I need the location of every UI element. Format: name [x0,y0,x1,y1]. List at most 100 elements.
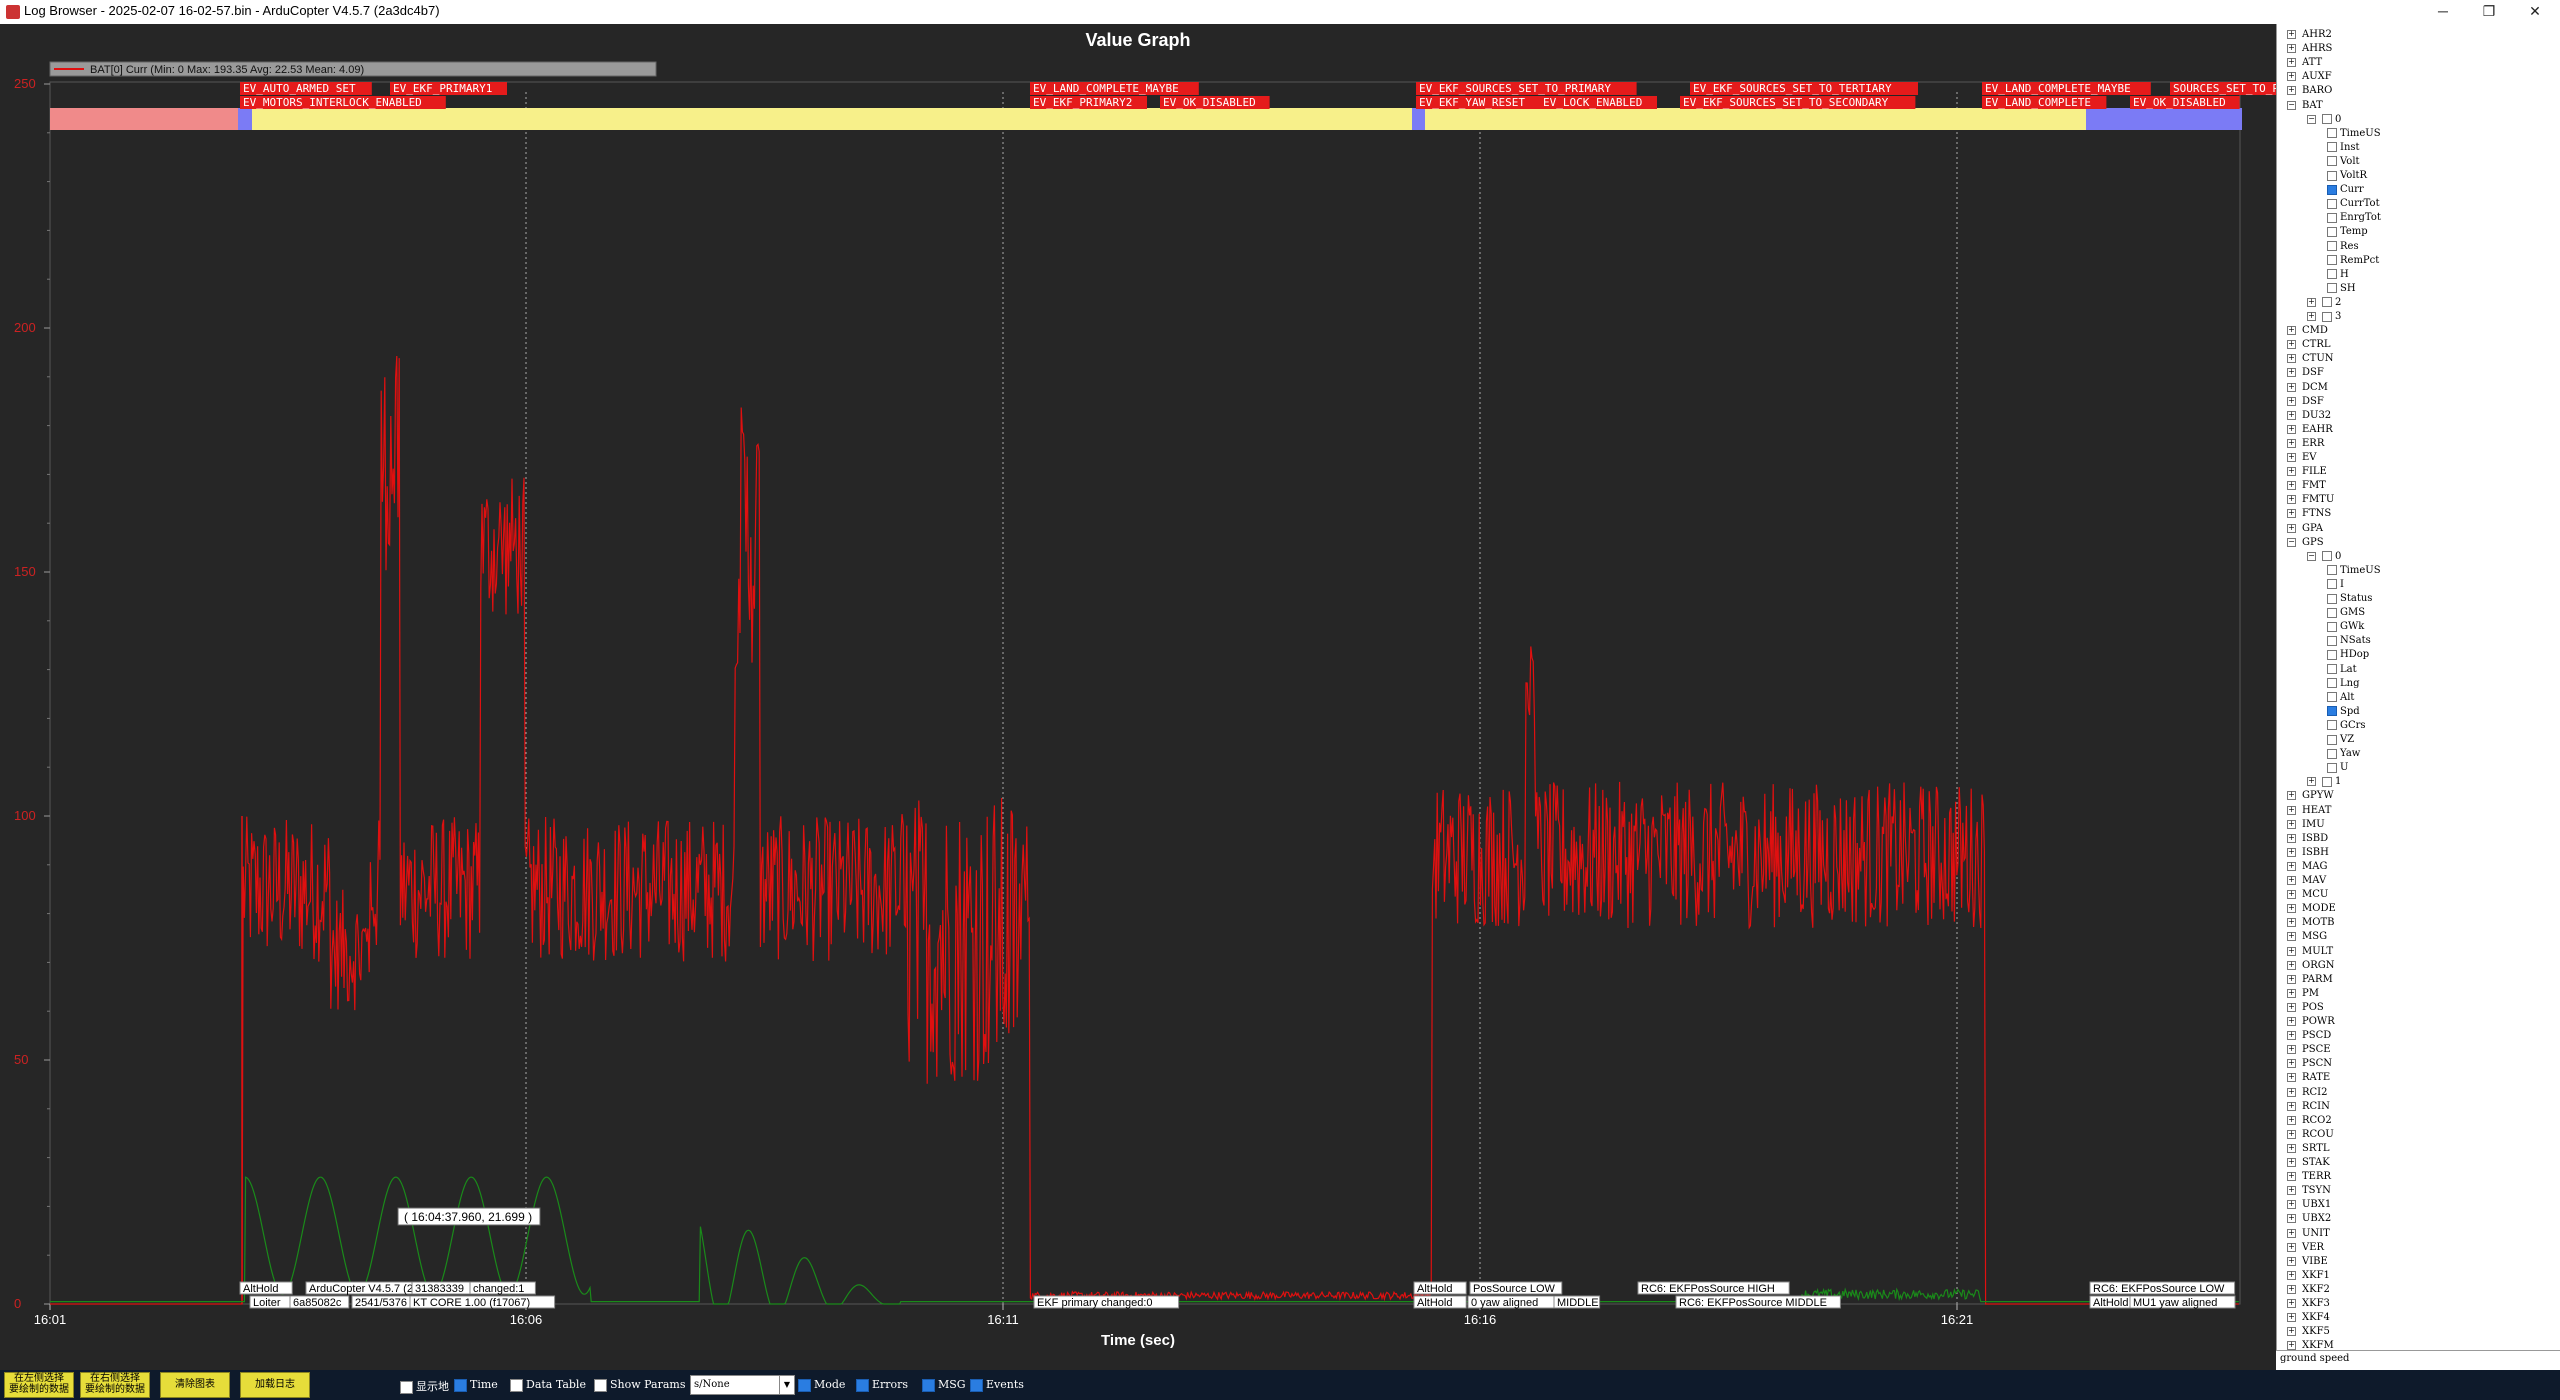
tree-item[interactable]: + MODE [2287,902,2336,915]
checkbox-icon[interactable] [2327,226,2337,237]
expand-icon[interactable]: + [2287,1270,2296,1280]
tree-item[interactable]: + XKF2 [2287,1283,2330,1296]
tree-item[interactable]: + PM [2287,987,2319,1000]
expand-icon[interactable]: + [2287,946,2296,956]
expand-icon[interactable]: + [2287,30,2296,39]
collapse-icon[interactable]: − [2287,100,2296,110]
expand-icon[interactable]: + [2287,438,2296,448]
expand-icon[interactable]: + [2287,1087,2296,1097]
expand-icon[interactable]: + [2287,1214,2296,1224]
tree-item[interactable]: + FMT [2287,479,2326,492]
tree-instance[interactable]: +3 [2307,310,2341,323]
checkbox-icon[interactable] [2322,776,2332,787]
expand-icon[interactable]: + [2307,777,2316,787]
chevron-down-icon[interactable]: ▼ [779,1376,794,1394]
tree-field[interactable]: Volt [2327,155,2360,168]
expand-icon[interactable]: + [2287,1129,2296,1139]
collapse-icon[interactable]: − [2287,537,2296,547]
tree-field[interactable]: SH [2327,282,2356,295]
tree-item[interactable]: + UBX2 [2287,1212,2331,1225]
checkbox-icon[interactable] [2327,720,2337,731]
expand-icon[interactable]: + [2287,904,2296,914]
expand-icon[interactable]: + [2287,58,2296,68]
expand-icon[interactable]: + [2287,1313,2296,1323]
expand-icon[interactable]: + [2307,312,2316,321]
tree-field[interactable]: NSats [2327,634,2371,647]
tree-item[interactable]: + GPYW [2287,789,2334,802]
checkbox-icon[interactable] [2327,269,2337,280]
checkbox-icon[interactable] [2327,649,2337,660]
expand-icon[interactable]: + [2287,453,2296,462]
tree-item[interactable]: + FILE [2287,465,2327,478]
checkbox-icon[interactable] [2327,678,2337,689]
tree-item[interactable]: + RCI2 [2287,1086,2328,1099]
expand-icon[interactable]: + [2287,354,2296,364]
expand-icon[interactable]: + [2287,1200,2296,1210]
tree-instance[interactable]: +2 [2307,296,2341,309]
tree-item[interactable]: + ISBH [2287,846,2329,859]
tree-item[interactable]: + FTNS [2287,507,2331,520]
expand-icon[interactable]: + [2287,424,2296,434]
checkbox-checked-icon[interactable] [2327,184,2337,195]
tree-field[interactable]: Status [2327,592,2372,605]
value-graph-panel[interactable]: 250 200 150 100 50 0 16:01 16:06 16:11 16:16 16:21… [0,24,2276,1370]
expand-icon[interactable]: + [2287,819,2296,829]
expand-icon[interactable]: + [2287,1073,2296,1083]
expand-icon[interactable]: + [2287,396,2296,406]
show-map-checkbox[interactable]: 显示地 [400,1378,449,1394]
tree-field[interactable]: GMS [2327,606,2365,619]
tree-item[interactable]: + VIBE [2287,1255,2328,1268]
tree-item[interactable]: + POS [2287,1001,2324,1014]
tree-item[interactable]: + CMD [2287,324,2328,337]
tree-item[interactable]: + GPA [2287,522,2323,535]
expand-icon[interactable]: + [2287,1017,2296,1026]
tree-item[interactable]: + XKF1 [2287,1269,2330,1282]
expand-icon[interactable]: + [2287,523,2296,533]
expand-icon[interactable]: + [2287,410,2296,420]
plot-area[interactable] [49,81,2241,1305]
expand-icon[interactable]: + [2287,791,2296,801]
checkbox-icon[interactable] [2327,579,2337,590]
expand-icon[interactable]: + [2287,340,2296,350]
tree-item[interactable]: + DCM [2287,381,2328,394]
expand-icon[interactable]: + [2287,1002,2296,1012]
expand-icon[interactable]: + [2287,1172,2296,1182]
expand-icon[interactable]: + [2307,297,2316,307]
tree-item[interactable]: + AHRS [2287,42,2332,55]
expand-icon[interactable]: + [2287,509,2296,519]
tree-field[interactable]: TimeUS [2327,127,2381,140]
tree-field[interactable]: I [2327,578,2344,591]
msg-checkbox[interactable]: MSG [922,1378,966,1392]
tree-field[interactable]: Inst [2327,141,2360,154]
tree-item[interactable]: + BARO [2287,84,2332,97]
checkbox-icon[interactable] [2327,128,2337,139]
tree-item[interactable]: + UNIT [2287,1227,2330,1240]
expand-icon[interactable]: + [2287,44,2296,54]
expand-icon[interactable]: + [2287,932,2296,942]
expand-icon[interactable]: + [2287,495,2296,505]
plot-left-button[interactable]: 在左侧选择 要绘制的数据 [4,1372,74,1398]
expand-icon[interactable]: + [2287,1327,2296,1337]
expand-icon[interactable]: + [2287,1256,2296,1266]
close-button[interactable]: ✕ [2512,0,2558,24]
expand-icon[interactable]: + [2287,1115,2296,1125]
tree-field[interactable]: Lat [2327,663,2357,676]
tree-field[interactable]: EnrgTot [2327,211,2381,224]
checkbox-icon[interactable] [2327,198,2337,209]
tree-item[interactable]: + MAG [2287,860,2327,873]
tree-item[interactable]: + RATE [2287,1071,2330,1084]
tree-field[interactable]: GWk [2327,620,2364,633]
data-table-checkbox[interactable]: Data Table [510,1378,586,1392]
tree-item[interactable]: + AUXF [2287,70,2332,83]
time-checkbox[interactable]: Time [454,1378,498,1392]
tree-field[interactable]: Temp [2327,225,2368,238]
plot-right-button[interactable]: 在右侧选择 要绘制的数据 [80,1372,150,1398]
tree-item[interactable]: + TERR [2287,1170,2331,1183]
checkbox-icon[interactable] [2327,241,2337,251]
expand-icon[interactable]: + [2287,1158,2296,1167]
checkbox-icon[interactable] [2327,156,2337,167]
tree-field[interactable]: Lng [2327,677,2359,690]
checkbox-icon[interactable] [2327,142,2337,153]
errors-checkbox[interactable]: Errors [856,1378,908,1392]
expand-icon[interactable]: + [2287,1143,2296,1153]
